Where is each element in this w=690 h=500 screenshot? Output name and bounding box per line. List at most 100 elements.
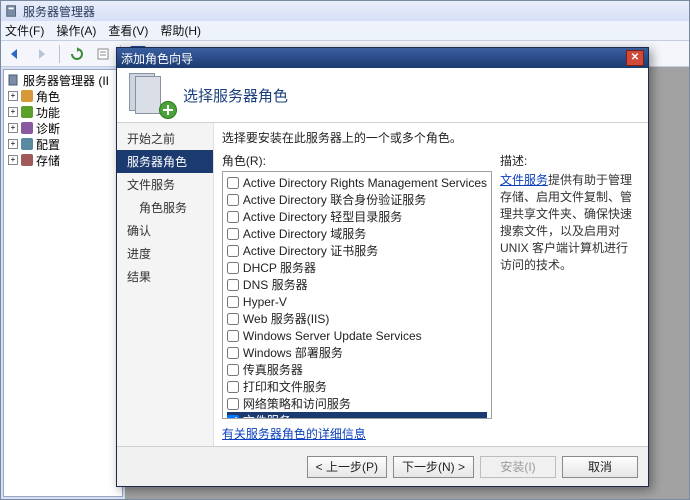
tree-node-icon — [21, 106, 33, 118]
role-row[interactable]: 网络策略和访问服务 — [227, 395, 487, 412]
toolbar-separator — [59, 45, 60, 63]
role-row[interactable]: Hyper-V — [227, 293, 487, 310]
refresh-button[interactable] — [66, 44, 88, 64]
role-checkbox[interactable] — [227, 330, 239, 342]
tree-root[interactable]: 服务器管理器 (II — [4, 72, 122, 88]
nav-results[interactable]: 结果 — [117, 265, 213, 288]
role-row[interactable]: Active Directory 轻型目录服务 — [227, 208, 487, 225]
expand-toggle-icon[interactable]: + — [8, 91, 18, 101]
role-row[interactable]: 文件服务 — [227, 412, 487, 419]
close-button[interactable]: ✕ — [626, 50, 644, 66]
role-row[interactable]: Windows Server Update Services — [227, 327, 487, 344]
role-label: Windows Server Update Services — [243, 329, 422, 343]
install-button: 安装(I) — [480, 456, 556, 478]
nav-file-services[interactable]: 文件服务 — [117, 173, 213, 196]
role-label: Active Directory Rights Management Servi… — [243, 176, 487, 190]
role-checkbox[interactable] — [227, 313, 239, 325]
role-row[interactable]: 打印和文件服务 — [227, 378, 487, 395]
role-checkbox[interactable] — [227, 364, 239, 376]
server-manager-icon — [5, 4, 19, 18]
role-checkbox[interactable] — [227, 211, 239, 223]
role-row[interactable]: Web 服务器(IIS) — [227, 310, 487, 327]
properties-button[interactable] — [92, 44, 114, 64]
role-row[interactable]: 传真服务器 — [227, 361, 487, 378]
wizard-body: 开始之前 服务器角色 文件服务 角色服务 确认 进度 结果 选择要安装在此服务器… — [117, 123, 648, 446]
menu-view[interactable]: 查看(V) — [108, 22, 148, 39]
back-button[interactable] — [5, 44, 27, 64]
menu-help[interactable]: 帮助(H) — [160, 22, 201, 39]
role-label: 文件服务 — [243, 412, 291, 419]
role-checkbox[interactable] — [227, 296, 239, 308]
expand-toggle-icon[interactable]: + — [8, 123, 18, 133]
description-column: 描述: 文件服务提供有助于管理存储、启用文件复制、管理共享文件夹、确保快速搜索文… — [500, 152, 638, 442]
menu-bar: 文件(F) 操作(A) 查看(V) 帮助(H) — [1, 21, 689, 41]
server-icon — [8, 74, 20, 86]
role-checkbox[interactable] — [227, 245, 239, 257]
nav-confirm[interactable]: 确认 — [117, 219, 213, 242]
role-checkbox[interactable] — [227, 262, 239, 274]
role-row[interactable]: Active Directory Rights Management Servi… — [227, 174, 487, 191]
role-row[interactable]: Active Directory 域服务 — [227, 225, 487, 242]
wizard-titlebar[interactable]: 添加角色向导 ✕ — [117, 48, 648, 68]
wizard-header-icon — [129, 73, 173, 117]
expand-toggle-icon[interactable]: + — [8, 139, 18, 149]
role-checkbox[interactable] — [227, 347, 239, 359]
role-checkbox[interactable] — [227, 398, 239, 410]
role-checkbox[interactable] — [227, 415, 239, 420]
tree-node[interactable]: + 角色 — [4, 88, 122, 104]
role-row[interactable]: DNS 服务器 — [227, 276, 487, 293]
role-row[interactable]: DHCP 服务器 — [227, 259, 487, 276]
tree-node[interactable]: + 功能 — [4, 104, 122, 120]
description-text: 文件服务提供有助于管理存储、启用文件复制、管理共享文件夹、确保快速搜索文件，以及… — [500, 171, 638, 273]
role-label: Active Directory 证书服务 — [243, 242, 378, 259]
tree-node-label: 配置 — [36, 136, 60, 153]
roles-column: 角色(R): Active Directory Rights Managemen… — [222, 152, 492, 442]
nav-before-begin[interactable]: 开始之前 — [117, 127, 213, 150]
tree-node-label: 角色 — [36, 88, 60, 105]
nav-progress[interactable]: 进度 — [117, 242, 213, 265]
description-link[interactable]: 文件服务 — [500, 173, 548, 187]
menu-action[interactable]: 操作(A) — [56, 22, 96, 39]
prev-button[interactable]: < 上一步(P) — [307, 456, 387, 478]
expand-toggle-icon[interactable]: + — [8, 155, 18, 165]
forward-button[interactable] — [31, 44, 53, 64]
description-body: 提供有助于管理存储、启用文件复制、管理共享文件夹、确保快速搜索文件，以及启用对 … — [500, 173, 632, 272]
tree-node-label: 存储 — [36, 152, 60, 169]
cancel-button[interactable]: 取消 — [562, 456, 638, 478]
wizard-header: 选择服务器角色 — [117, 68, 648, 123]
expand-toggle-icon[interactable]: + — [8, 107, 18, 117]
role-checkbox[interactable] — [227, 381, 239, 393]
tree-node-icon — [21, 122, 33, 134]
role-label: DHCP 服务器 — [243, 259, 316, 276]
roles-label: 角色(R): — [222, 152, 492, 169]
main-title-text: 服务器管理器 — [23, 3, 95, 20]
tree-node[interactable]: + 存储 — [4, 152, 122, 168]
tree-node[interactable]: + 配置 — [4, 136, 122, 152]
properties-icon — [96, 47, 110, 61]
main-titlebar: 服务器管理器 — [1, 1, 689, 21]
tree-pane[interactable]: 服务器管理器 (II +角色+功能+诊断+配置+存储 — [3, 69, 123, 497]
more-info-link[interactable]: 有关服务器角色的详细信息 — [222, 425, 492, 442]
nav-server-roles[interactable]: 服务器角色 — [117, 150, 213, 173]
roles-list[interactable]: Active Directory Rights Management Servi… — [222, 171, 492, 419]
tree-node-label: 功能 — [36, 104, 60, 121]
tree-node[interactable]: +诊断 — [4, 120, 122, 136]
tree-node-icon — [21, 90, 33, 102]
role-row[interactable]: Windows 部署服务 — [227, 344, 487, 361]
next-button[interactable]: 下一步(N) > — [393, 456, 474, 478]
wizard-header-title: 选择服务器角色 — [183, 85, 288, 106]
role-checkbox[interactable] — [227, 228, 239, 240]
role-checkbox[interactable] — [227, 194, 239, 206]
role-label: Active Directory 轻型目录服务 — [243, 208, 402, 225]
role-row[interactable]: Active Directory 证书服务 — [227, 242, 487, 259]
nav-role-services[interactable]: 角色服务 — [117, 196, 213, 219]
menu-file[interactable]: 文件(F) — [5, 22, 44, 39]
role-checkbox[interactable] — [227, 177, 239, 189]
role-checkbox[interactable] — [227, 279, 239, 291]
description-label: 描述: — [500, 152, 638, 169]
role-row[interactable]: Active Directory 联合身份验证服务 — [227, 191, 487, 208]
wizard-columns: 角色(R): Active Directory Rights Managemen… — [222, 152, 638, 442]
wizard-title-text: 添加角色向导 — [121, 50, 626, 67]
wizard-instruction: 选择要安装在此服务器上的一个或多个角色。 — [222, 129, 638, 146]
tree-node-icon — [21, 154, 33, 166]
